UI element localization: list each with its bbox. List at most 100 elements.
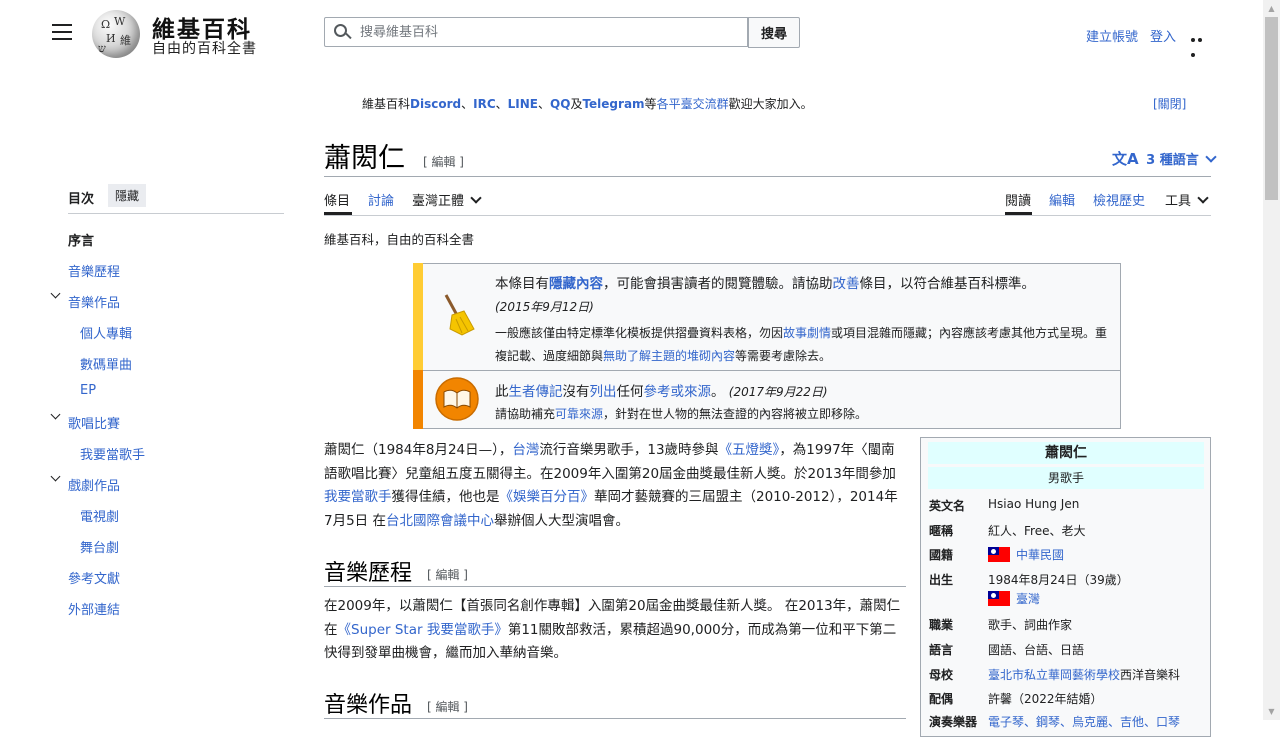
toc-item-ep[interactable]: EP	[80, 383, 96, 398]
infobox-value: 國語、台語、日語	[988, 643, 1085, 657]
lead-paragraph: 蕭閎仁（1984年8月24日—），台灣流行音樂男歌手，13歲時參與《五燈獎》，為…	[324, 442, 898, 529]
tab-talk[interactable]: 討論	[368, 190, 394, 209]
more-options-icon[interactable]	[1191, 31, 1211, 57]
language-button[interactable]: 文A 3 種語言	[1112, 148, 1217, 169]
site-notice: 維基百科Discord、IRC、LINE、QQ及Telegram等各平臺交流群歡…	[362, 97, 813, 111]
tab-tools-dropdown[interactable]: 工具	[1165, 190, 1209, 209]
ambox1-trivia-link[interactable]: 無助了解主題的堆砌內容	[603, 349, 735, 363]
lead-entertainment-link[interactable]: 《娛樂百分百》	[500, 489, 595, 505]
ambox2-detail: 請協助補充可靠來源，針對在世人物的無法查證的內容將被立即移除。	[495, 407, 868, 421]
infobox-label: 演奏樂器	[929, 715, 978, 729]
create-account-link[interactable]: 建立帳號	[1086, 26, 1138, 45]
infobox-value: 1984年8月24日（39歲）	[988, 573, 1129, 587]
scrollbar-thumb[interactable]	[1265, 17, 1278, 200]
superstar-show-link[interactable]: 《Super Star 我要當歌手》	[338, 622, 508, 638]
search-input[interactable]	[360, 18, 740, 46]
tab-edit[interactable]: 編輯	[1049, 190, 1075, 209]
infobox-value: 臺北市私立華岡藝術學校西洋音樂科	[988, 668, 1181, 682]
ambox1-improve-link[interactable]: 改善	[833, 276, 860, 292]
ambox1-message: 本條目有隱藏內容，可能會損害讀者的閱覽體驗。請協助改善條目，以符合維基百科標準。	[495, 276, 1035, 292]
section-heading-music-career: 音樂歷程	[324, 561, 413, 586]
roc-flag-icon	[988, 591, 1010, 606]
notice-groups-link[interactable]: 各平臺交流群	[657, 97, 729, 111]
toc-item-contests[interactable]: 歌唱比賽	[68, 413, 120, 432]
lead-superstar-link[interactable]: 我要當歌手	[324, 489, 392, 505]
notice-irc-link[interactable]: IRC	[473, 97, 496, 111]
title-divider	[324, 176, 1211, 177]
site-subtitle: 維基百科，自由的百科全書	[324, 232, 475, 247]
toc-toggle-icon[interactable]	[50, 409, 61, 420]
search-icon	[334, 24, 347, 37]
tab-article[interactable]: 條目	[324, 190, 350, 209]
chevron-down-icon	[1205, 151, 1217, 163]
ambox1-hidden-content-link[interactable]: 隱藏內容	[549, 276, 603, 292]
infobox-value: 歌手、詞曲作家	[988, 618, 1073, 632]
broom-icon	[444, 294, 475, 336]
lead-ticc-link[interactable]: 台北國際會議中心	[386, 513, 494, 529]
infobox-label: 出生	[929, 573, 954, 587]
toc-item-superstar[interactable]: 我要當歌手	[80, 444, 145, 463]
ambox2-reliable-sources-link[interactable]: 可靠來源	[555, 407, 603, 421]
roc-flag-icon	[988, 547, 1010, 562]
tab-history[interactable]: 檢視歷史	[1093, 190, 1145, 209]
ambox1-detail: 一般應該僅由特定標準化模板提供摺疊資料表格，勿因故事劇情或項目混雜而隱藏；內容應…	[495, 326, 1108, 363]
chevron-down-icon	[1197, 192, 1209, 204]
lead-taiwan-link[interactable]: 台灣	[512, 442, 539, 458]
notice-discord-link[interactable]: Discord	[410, 97, 461, 111]
toc-item-external-links[interactable]: 外部連結	[68, 599, 120, 618]
ambox2-sources-link[interactable]: 參考或來源	[644, 384, 712, 400]
toc-item-albums[interactable]: 個人專輯	[80, 323, 132, 342]
infobox-value: 紅人、Free、老大	[988, 524, 1086, 538]
title-edit-link[interactable]: [ 編輯 ]	[423, 153, 464, 170]
section-edit-link[interactable]: [ 編輯 ]	[427, 566, 468, 583]
tab-read[interactable]: 閱讀	[1005, 190, 1031, 209]
wikipedia-globe-logo[interactable]: Ω W И 維 ש	[92, 10, 140, 58]
search-button[interactable]: 搜尋	[748, 17, 800, 48]
toc-item-references[interactable]: 參考文獻	[68, 568, 120, 587]
toc-toggle-icon[interactable]	[50, 288, 61, 299]
login-link[interactable]: 登入	[1150, 26, 1176, 45]
ambox1-plot-link[interactable]: 故事劇情	[783, 326, 831, 340]
scroll-up-arrow-icon[interactable]: ▲	[1263, 0, 1280, 17]
lead-wudengjiang-link[interactable]: 《五燈獎》	[719, 442, 780, 458]
ambox2-blp-link[interactable]: 生者傳記	[509, 384, 563, 400]
infobox-value: 中華民國	[988, 546, 1064, 563]
tab-variant-dropdown[interactable]: 臺灣正體	[412, 190, 482, 209]
toc-heading: 目次	[68, 192, 95, 207]
toc-item-music-career[interactable]: 音樂歷程	[68, 261, 120, 280]
toc-item-works[interactable]: 音樂作品	[68, 292, 120, 311]
ambox2-date: (2017年9月22日)	[728, 385, 828, 399]
toc-hide-button[interactable]: 隱藏	[108, 184, 147, 207]
toc-item-digital-singles[interactable]: 數碼單曲	[80, 354, 132, 373]
alma-mater-link[interactable]: 臺北市私立華岡藝術學校	[988, 668, 1120, 682]
toc-item-drama[interactable]: 戲劇作品	[68, 475, 120, 494]
infobox-label: 暱稱	[929, 524, 954, 538]
infobox-role: 男歌手	[928, 467, 1204, 489]
infobox-label: 職業	[929, 618, 954, 632]
scroll-down-arrow-icon[interactable]: ▼	[1263, 703, 1280, 720]
infobox-name: 蕭閎仁	[928, 442, 1204, 464]
main-menu-button[interactable]	[52, 24, 72, 42]
ambox2-list-link[interactable]: 列出	[590, 384, 617, 400]
infobox-label: 配偶	[929, 692, 954, 706]
infobox-value: 臺灣	[988, 590, 1040, 607]
notice-close-link[interactable]: [關閉]	[1153, 95, 1186, 112]
infobox-label: 國籍	[929, 548, 954, 562]
toc-toggle-icon[interactable]	[50, 471, 61, 482]
toc-item-tv[interactable]: 電視劇	[80, 506, 119, 525]
toc-item-intro[interactable]: 序言	[68, 230, 94, 249]
nationality-link[interactable]: 中華民國	[1016, 548, 1064, 562]
instruments-link[interactable]: 電子琴、鋼琴、烏克麗、吉他、口琴	[988, 713, 1180, 730]
notice-telegram-link[interactable]: Telegram	[582, 97, 644, 111]
notice-qq-link[interactable]: QQ	[550, 97, 570, 111]
birthplace-link[interactable]: 臺灣	[1016, 592, 1040, 606]
translate-icon: 文A	[1112, 150, 1139, 168]
music-career-paragraph: 在2009年，以蕭閎仁【首張同名創作專輯】入圍第20屆金曲獎最佳新人獎。 在20…	[324, 598, 901, 661]
toc-item-stage[interactable]: 舞台劇	[80, 537, 119, 556]
infobox-label: 母校	[929, 668, 954, 682]
section-heading-works: 音樂作品	[324, 693, 413, 718]
chevron-down-icon	[470, 192, 482, 204]
notice-line-link[interactable]: LINE	[508, 97, 538, 111]
section-edit-link[interactable]: [ 編輯 ]	[427, 698, 468, 715]
ambox2-message: 此生者傳記沒有列出任何參考或來源。 (2017年9月22日)	[495, 384, 828, 400]
